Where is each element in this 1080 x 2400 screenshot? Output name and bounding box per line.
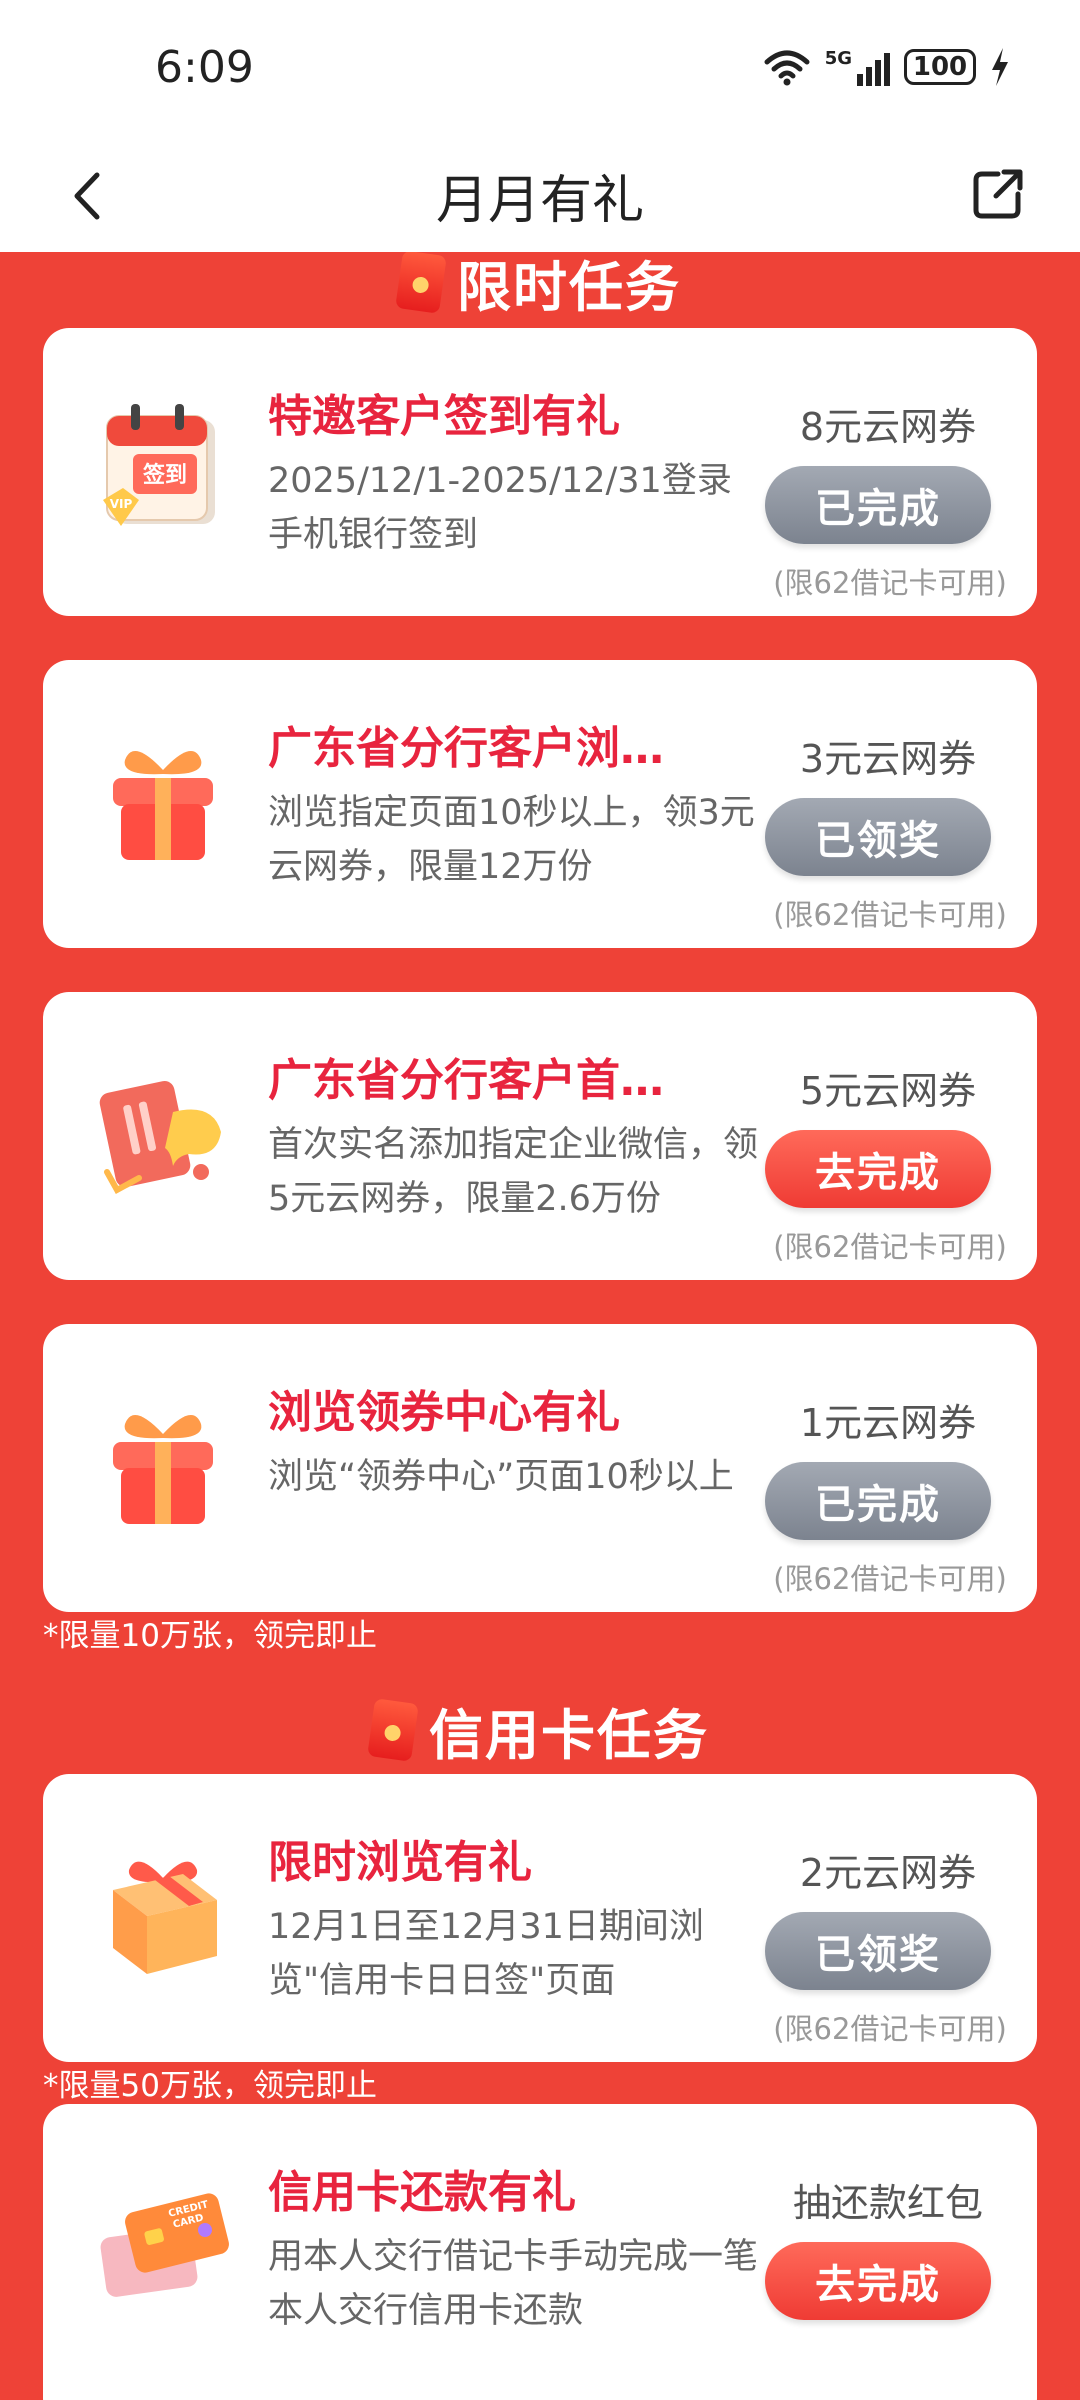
wifi-icon [764,50,810,86]
task-reward: 5元云网券 [799,1069,977,1113]
section-title-limited: 限时任务 [0,252,1080,319]
task-card: 广东省分行客户首… 首次实名添加指定企业微信，领5元云网券，限量2.6万份 5元… [43,992,1037,1280]
task-description: 浏览“领券中心”页面10秒以上 [268,1457,734,1497]
task-title: 浏览领券中心有礼 [268,1387,620,1438]
task-reward: 抽还款红包 [792,2181,983,2225]
task-card: 广东省分行客户浏… 浏览指定页面10秒以上，领3元云网券，限量12万份 3元云网… [43,660,1037,948]
nav-header: 月月有礼 [0,140,1080,252]
status-icons: 5G 100 [763,48,1010,86]
share-icon[interactable] [968,164,1028,224]
task-title: 信用卡还款有礼 [268,2167,576,2218]
gift-icon [113,1415,213,1524]
limit-note: *限量10万张，领完即止 [43,1618,377,1654]
task-note: (限62借记卡可用) [773,1230,1007,1264]
task-status-button[interactable]: 已完成 [765,466,991,544]
page-title: 月月有礼 [435,171,644,231]
network-type: 5G [824,48,852,69]
task-card: CREDIT CARD 信用卡还款有礼 用本人交行借记卡手动完成一笔本人交行信用… [43,2104,1037,2400]
task-description: 2025/12/1-2025/12/31登录手机银行签到 [268,461,732,555]
task-reward: 8元云网券 [799,405,977,449]
task-card: 限时浏览有礼 12月1日至12月31日期间浏览"信用卡日日签"页面 2元云网券 … [43,1774,1037,2062]
calendar-vip-icon: 签到 VIP [103,404,215,526]
section-title-text: 限时任务 [457,255,681,319]
task-note: (限62借记卡可用) [773,2012,1007,2046]
wechat-card-icon [99,1081,221,1195]
task-title: 广东省分行客户首… [268,1055,664,1106]
task-note: (限62借记卡可用) [773,1562,1007,1596]
signal-icon: 5G [825,48,890,86]
task-status-button[interactable]: 已领奖 [765,798,991,876]
task-status-button[interactable]: 已领奖 [765,1912,991,1990]
status-bar: 6:09 5G 100 [0,0,1080,140]
svg-text:签到: 签到 [142,462,187,488]
credit-card-icon: CREDIT CARD [100,2193,229,2297]
battery-indicator: 100 [904,49,976,85]
task-content: 限时任务 签到 VIP 特邀客户签到有礼 2025/12/1-2025/12/3… [0,252,1080,2400]
task-status-button[interactable]: 已完成 [765,1462,991,1540]
red-envelope-icon [367,1698,419,1762]
task-description: 12月1日至12月31日期间浏览"信用卡日日签"页面 [268,1907,704,2001]
section-title-text: 信用卡任务 [429,1703,709,1767]
gift-icon [113,751,213,860]
task-description: 用本人交行借记卡手动完成一笔本人交行信用卡还款 [268,2237,759,2331]
task-description: 浏览指定页面10秒以上，领3元云网券，限量12万份 [268,793,755,887]
task-card: 浏览领券中心有礼 浏览“领券中心”页面10秒以上 1元云网券 已完成 (限62借… [43,1324,1037,1612]
status-time: 6:09 [155,42,254,93]
svg-text:VIP: VIP [110,497,133,511]
task-note: (限62借记卡可用) [773,566,1007,600]
task-reward: 3元云网券 [799,737,977,781]
task-action-button[interactable]: 去完成 [765,2242,991,2320]
task-title: 限时浏览有礼 [268,1837,532,1888]
task-card: 签到 VIP 特邀客户签到有礼 2025/12/1-2025/12/31登录手机… [43,328,1037,616]
limit-note: *限量50万张，领完即止 [43,2068,377,2104]
task-reward: 1元云网券 [799,1401,977,1445]
task-title: 广东省分行客户浏… [268,723,664,774]
task-reward: 2元云网券 [799,1851,977,1895]
charging-icon [992,48,1008,86]
task-note: (限62借记卡可用) [773,898,1007,932]
task-title: 特邀客户签到有礼 [268,391,620,442]
gift-box-icon [113,1861,217,1974]
task-action-button[interactable]: 去完成 [765,1130,991,1208]
task-description: 首次实名添加指定企业微信，领5元云网券，限量2.6万份 [268,1125,759,1219]
red-envelope-icon [395,252,447,314]
section-title-credit-card: 信用卡任务 [0,1692,1080,1768]
